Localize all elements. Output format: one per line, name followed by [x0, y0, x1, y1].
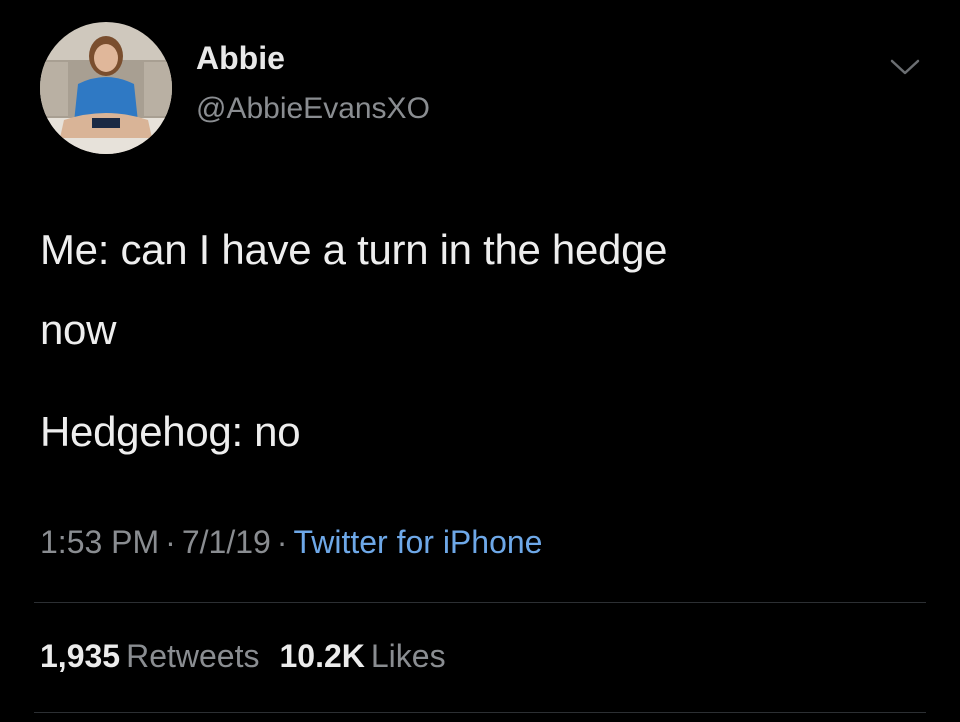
tweet-card: Abbie @AbbieEvansXO Me: can I have a tur…: [0, 0, 960, 722]
divider: [34, 602, 926, 603]
likes-stat[interactable]: 10.2K Likes: [279, 638, 445, 675]
retweets-stat[interactable]: 1,935 Retweets: [40, 638, 259, 675]
chevron-down-icon[interactable]: [889, 56, 921, 78]
divider: [34, 712, 926, 713]
tweet-stats: 1,935 Retweets 10.2K Likes: [40, 638, 466, 675]
tweet-text-line: Me: can I have a turn in the hedge: [40, 226, 668, 273]
author-handle[interactable]: @AbbieEvansXO: [196, 92, 430, 126]
likes-label: Likes: [370, 638, 446, 674]
tweet-source-link[interactable]: Twitter for iPhone: [293, 524, 542, 560]
tweet-date: 7/1/19: [181, 524, 271, 560]
meta-separator: ·: [165, 524, 176, 560]
retweets-label: Retweets: [126, 638, 260, 674]
retweets-count: 1,935: [40, 638, 121, 674]
avatar[interactable]: [40, 22, 172, 154]
avatar-image: [40, 22, 172, 154]
tweet-time: 1:53 PM: [40, 524, 160, 560]
author-display-name[interactable]: Abbie: [196, 40, 285, 77]
tweet-meta: 1:53 PM · 7/1/19 · Twitter for iPhone: [40, 524, 542, 561]
tweet-text-line: now: [40, 306, 117, 353]
tweet-text-line: Hedgehog: no: [40, 408, 301, 455]
likes-count: 10.2K: [279, 638, 365, 674]
meta-separator: ·: [276, 524, 288, 560]
